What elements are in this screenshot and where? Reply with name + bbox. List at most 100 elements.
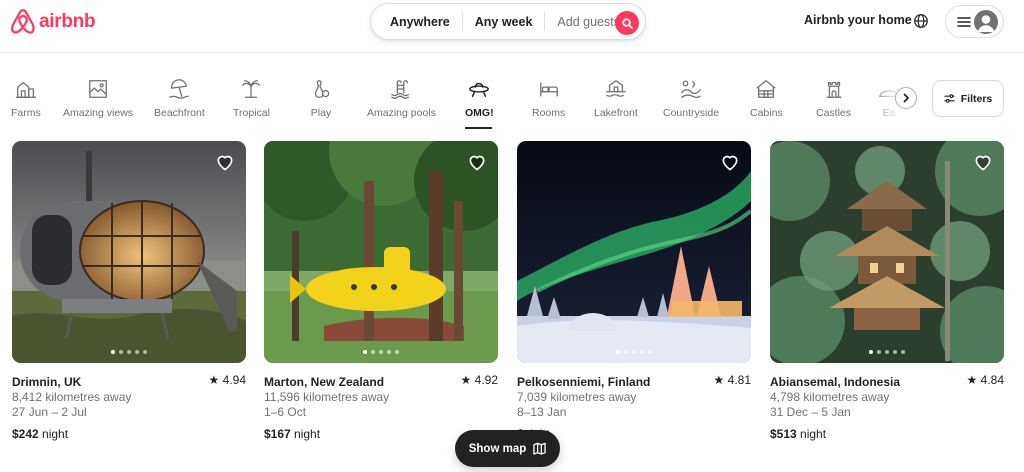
photo-carousel-dots [264,350,498,354]
listing-rating: ★ 4.94 [209,373,246,387]
castle-icon [826,81,841,98]
listing-dates: 31 Dec – 5 Jan [770,405,851,419]
category-cabins[interactable]: Cabins [750,78,783,119]
category-play[interactable]: Play [310,78,332,119]
hills-icon [681,80,701,99]
igloo-northern-lights-photo [517,141,751,363]
price-amount: $242 [12,427,39,441]
category-lakefront[interactable]: Lakefront [594,78,638,119]
sliders-icon [944,94,955,103]
star-icon: ★ [713,373,728,387]
top-header: airbnb Anywhere Any week Add guests Airb… [0,0,1024,53]
category-label: Countryside [663,107,720,119]
category-label: Castles [816,107,852,119]
heart-icon[interactable] [720,152,740,172]
lake-house-icon [606,80,626,97]
category-label: OMG! [465,107,494,119]
search-icon [621,17,633,29]
bed-icon [539,82,558,97]
category-label: Amazing pools [367,107,436,119]
listing-distance: 4,798 kilometres away [770,390,890,404]
category-farms[interactable]: Farms [11,78,41,119]
listing-location: Drimnin, UK [12,375,82,389]
category-label: Cabins [750,107,783,119]
listing-card[interactable]: Marton, New Zealand ★ 4.92 11,596 kilome… [264,141,498,441]
category-amazing-views[interactable]: Amazing views [63,78,133,119]
map-icon [533,442,546,455]
category-omg[interactable]: OMG! [465,78,494,119]
category-label: Lakefront [594,107,638,119]
listing-price: $242 night [12,427,246,441]
heart-icon[interactable] [467,152,487,172]
ufo-icon [469,82,490,98]
filters-label: Filters [960,92,993,105]
listing-rating: ★ 4.92 [461,373,498,387]
filters-button[interactable]: Filters [932,80,1004,117]
listing-dates: 27 Jun – 2 Jul [12,405,87,419]
price-amount: $513 [770,427,797,441]
avatar [974,10,998,34]
category-amazing-pools[interactable]: Amazing pools [367,78,436,119]
search-bar[interactable]: Anywhere Any week Add guests [370,3,646,40]
beach-umbrella-icon [169,79,190,99]
host-your-home-link[interactable]: Airbnb your home [804,13,912,27]
listing-photo[interactable] [770,141,1004,363]
listing-card[interactable]: Drimnin, UK ★ 4.94 8,412 kilometres away… [12,141,246,441]
show-map-label: Show map [468,442,527,455]
search-dates[interactable]: Any week [463,15,545,29]
listing-card[interactable]: Abiansemal, Indonesia ★ 4.84 4,798 kilom… [770,141,1004,441]
heart-icon[interactable] [215,152,235,172]
cabin-icon [756,80,776,98]
photo-carousel-dots [770,350,1004,354]
listing-card[interactable]: Pelkosenniemi, Finland ★ 4.81 7,039 kilo… [517,141,751,441]
airbnb-logo[interactable]: airbnb [11,9,96,35]
star-icon: ★ [966,373,981,387]
listing-price: $513 night [770,427,1004,441]
category-tropical[interactable]: Tropical [233,78,270,119]
menu-icon [957,16,971,27]
category-castles[interactable]: Castles [816,78,851,119]
glass-dome-pod-photo [12,141,246,363]
chevron-right-icon [903,93,909,103]
photo-carousel-dots [12,350,246,354]
framed-landscape-icon [89,80,107,98]
star-icon: ★ [208,373,223,387]
palm-tree-icon [242,80,261,98]
active-category-indicator [465,127,492,129]
category-next-button[interactable] [895,87,917,109]
category-label: Farms [11,107,41,119]
profile-menu-button[interactable] [945,5,1004,38]
airbnb-logo-icon [11,9,35,34]
category-label: Play [310,107,332,119]
category-label: Rooms [532,107,566,119]
listing-photo[interactable] [264,141,498,363]
category-beachfront[interactable]: Beachfront [154,78,205,119]
category-rooms[interactable]: Rooms [532,78,565,119]
category-label: Beachfront [154,107,205,119]
listing-distance: 7,039 kilometres away [517,390,637,404]
listing-distance: 8,412 kilometres away [12,390,132,404]
category-label: Tropical [233,107,270,119]
listing-location: Marton, New Zealand [264,375,385,389]
bamboo-treehouse-photo [770,141,1004,363]
category-countryside[interactable]: Countryside [663,78,719,119]
listing-location: Abiansemal, Indonesia [770,375,901,389]
search-button[interactable] [615,11,639,35]
listing-rating: ★ 4.81 [714,373,751,387]
pool-ladder-icon [391,80,410,99]
listing-rating: ★ 4.84 [967,373,1004,387]
price-unit: night [796,427,827,441]
photo-carousel-dots [517,350,751,354]
listing-photo[interactable] [517,141,751,363]
price-unit: night [38,427,69,441]
yellow-submarine-photo [264,141,498,363]
barn-icon [15,81,36,98]
search-location[interactable]: Anywhere [371,15,462,29]
listing-photo[interactable] [12,141,246,363]
user-icon [977,15,995,32]
heart-icon[interactable] [973,152,993,172]
show-map-button[interactable]: Show map [455,430,560,467]
globe-icon[interactable] [913,13,929,29]
star-icon: ★ [460,373,475,387]
price-unit: night [290,427,321,441]
